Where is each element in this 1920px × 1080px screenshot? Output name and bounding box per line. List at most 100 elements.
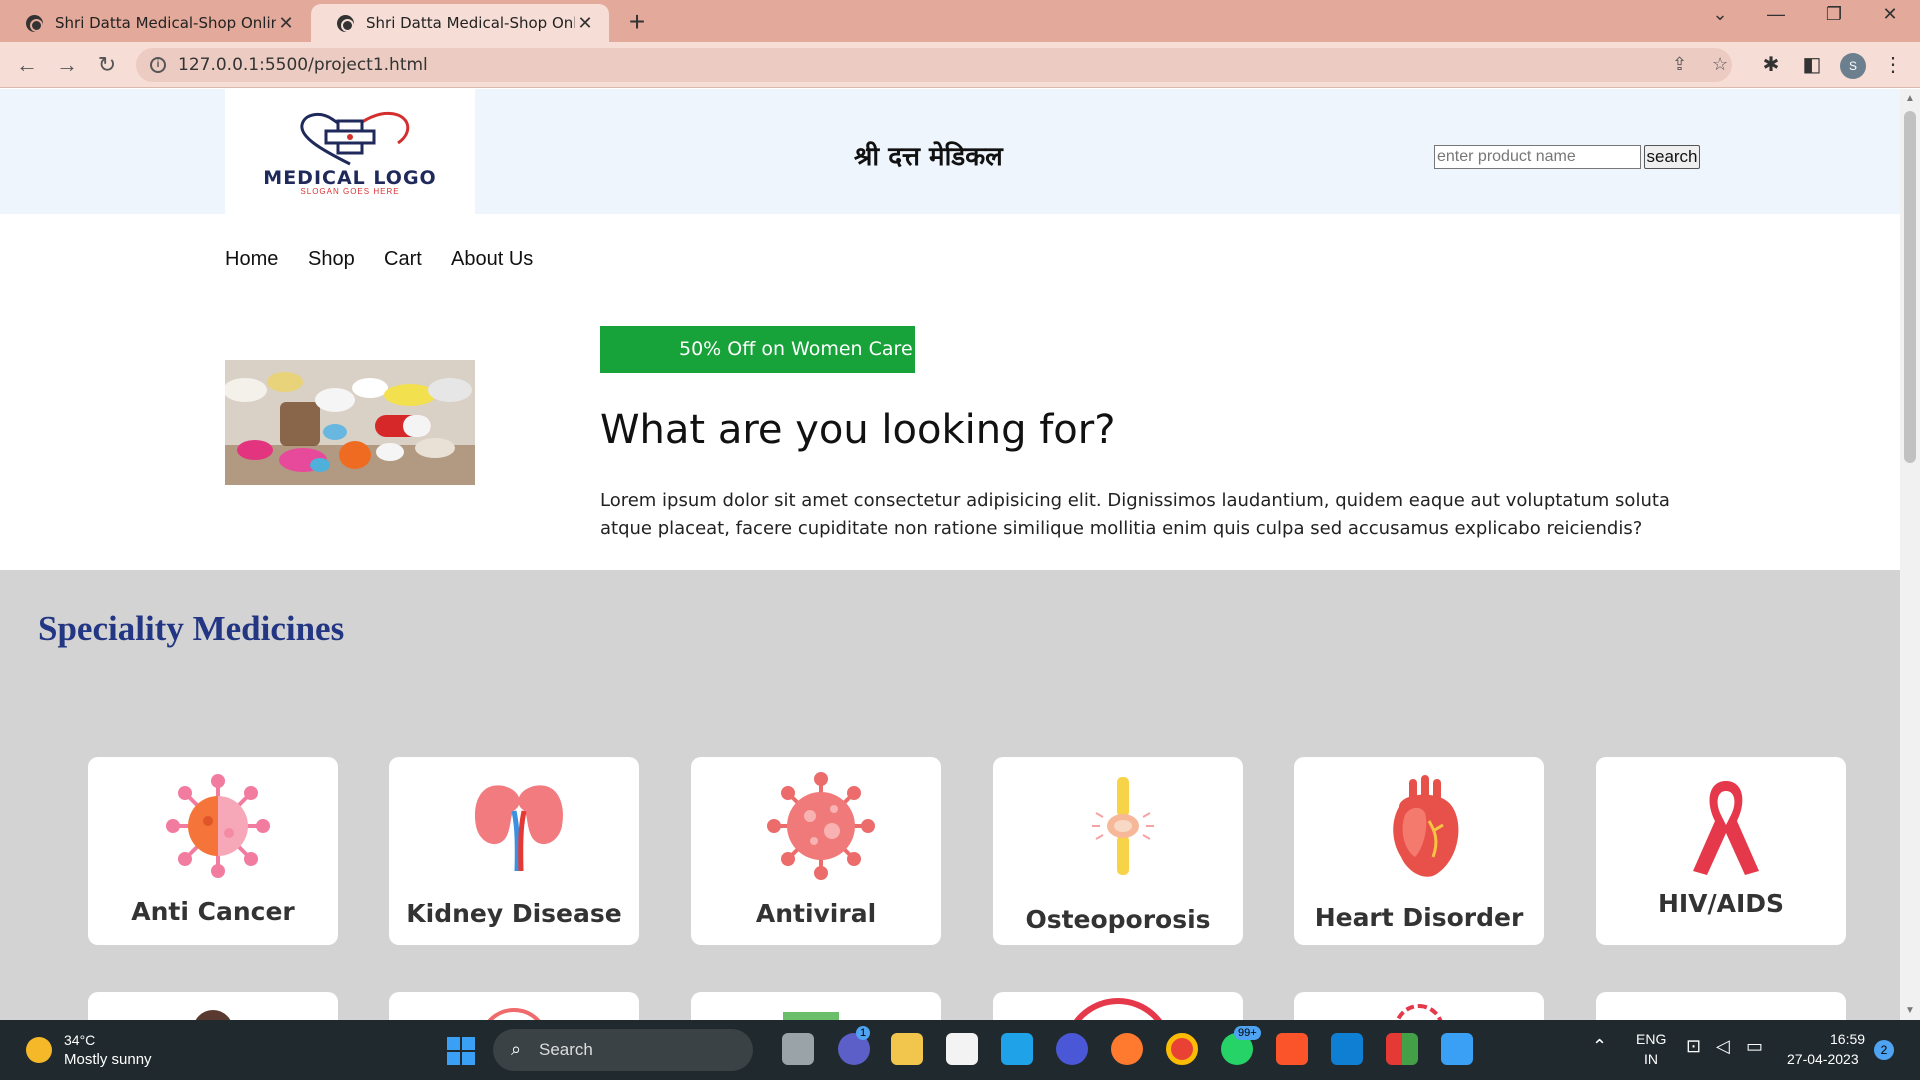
firefox-icon[interactable] [1111, 1033, 1143, 1065]
extensions-puzzle-icon[interactable]: ✱ [1758, 52, 1784, 77]
category-card-partial[interactable] [1294, 992, 1544, 1020]
l-app-icon[interactable] [1001, 1033, 1033, 1065]
clock-date[interactable]: 27-04-2023 [1787, 1051, 1859, 1067]
weather-sun-icon[interactable] [26, 1037, 52, 1063]
category-label: Kidney Disease [406, 899, 622, 928]
microsoft-store-icon[interactable] [946, 1033, 978, 1065]
tab-search-icon[interactable]: ⌄ [1700, 4, 1740, 25]
close-tab-icon[interactable]: ✕ [276, 13, 296, 34]
site-header: MEDICAL LOGO SLOGAN GOES HERE श्री दत्त … [0, 89, 1900, 214]
main-navigation: Home Shop Cart About Us [0, 214, 1900, 294]
url-text: 127.0.0.1:5500/project1.html [178, 55, 428, 75]
speciality-medicines-section: Speciality Medicines Anti Cancer Kidney … [0, 570, 1900, 1020]
reload-icon[interactable]: ↻ [92, 50, 122, 80]
weather-description[interactable]: Mostly sunny [64, 1051, 152, 1068]
language-bottom[interactable]: IN [1644, 1051, 1658, 1067]
profile-avatar[interactable]: S [1840, 53, 1866, 79]
close-window-button[interactable]: ✕ [1870, 4, 1910, 25]
minimize-button[interactable]: — [1756, 4, 1796, 25]
windows-start-icon[interactable] [447, 1037, 475, 1065]
kidney-icon [474, 785, 564, 872]
category-label: Anti Cancer [131, 897, 295, 926]
site-info-icon[interactable]: i [150, 57, 166, 73]
nav-link-shop[interactable]: Shop [308, 248, 355, 271]
browser-tab-2[interactable]: Shri Datta Medical-Shop Online ✕ [311, 4, 609, 42]
clock-time[interactable]: 16:59 [1830, 1031, 1865, 1047]
category-card-hiv-aids[interactable]: HIV/AIDS [1596, 757, 1846, 945]
share-icon[interactable]: ⇪ [1672, 54, 1687, 75]
category-card-osteoporosis[interactable]: Osteoporosis [993, 757, 1243, 945]
bookmark-star-icon[interactable]: ☆ [1712, 54, 1728, 75]
taskbar-search-box[interactable]: ⌕ Search [493, 1029, 753, 1071]
browser-tab-1[interactable]: Shri Datta Medical-Shop Online ✕ [0, 4, 310, 42]
hero-description: Lorem ipsum dolor sit amet consectetur a… [600, 490, 1670, 539]
tab-title: Shri Datta Medical-Shop Online [366, 14, 575, 32]
teams-badge: 1 [856, 1026, 871, 1040]
logo-wordmark: MEDICAL LOGO [263, 167, 437, 189]
address-bar[interactable]: i 127.0.0.1:5500/project1.html [136, 48, 1732, 82]
category-card-anti-cancer[interactable]: Anti Cancer [88, 757, 338, 945]
category-card-partial[interactable] [691, 992, 941, 1020]
vscode-icon[interactable] [1331, 1033, 1363, 1065]
search-button[interactable]: search [1644, 145, 1700, 169]
category-label: Heart Disorder [1314, 903, 1524, 932]
nav-link-cart[interactable]: Cart [384, 248, 422, 271]
back-arrow-icon[interactable]: ← [12, 50, 42, 80]
tray-overflow-chevron-icon[interactable]: ⌃ [1592, 1036, 1607, 1057]
partial-icon [193, 1010, 233, 1020]
category-card-heart-disorder[interactable]: Heart Disorder [1294, 757, 1544, 945]
browser-tab-strip: Shri Datta Medical-Shop Online ✕ Shri Da… [0, 0, 1920, 42]
new-tab-button[interactable]: + [622, 6, 652, 38]
page-scrollbar[interactable]: ▲ ▼ [1900, 89, 1920, 1020]
category-card-partial[interactable] [88, 992, 338, 1020]
network-icon[interactable]: ⊡ [1686, 1036, 1701, 1057]
logo-slogan: SLOGAN GOES HERE [300, 187, 400, 196]
category-label: Osteoporosis [1025, 905, 1211, 934]
weather-temperature[interactable]: 34°C [64, 1032, 95, 1048]
hero-title: What are you looking for? [600, 407, 1116, 453]
awareness-ribbon-icon [1693, 781, 1759, 875]
hero-section: 50% Off on Women Care I What are you loo… [0, 294, 1900, 570]
heart-organ-icon [1393, 775, 1459, 877]
notification-count[interactable]: 2 [1874, 1040, 1894, 1060]
shop-title: श्री दत्त मेडिकल [854, 142, 1003, 172]
notepad-icon[interactable] [1441, 1033, 1473, 1065]
category-card-partial[interactable] [993, 992, 1243, 1020]
menu-kebab-icon[interactable]: ⋮ [1880, 52, 1906, 77]
product-search-input[interactable] [1434, 145, 1641, 169]
category-card-kidney-disease[interactable]: Kidney Disease [389, 757, 639, 945]
partial-icon [479, 1008, 549, 1020]
partial-icon [1394, 1004, 1444, 1020]
file-explorer-icon[interactable] [891, 1033, 923, 1065]
volume-icon[interactable]: ◁ [1716, 1036, 1730, 1057]
chrome-icon[interactable] [1166, 1033, 1198, 1065]
category-card-antiviral[interactable]: Antiviral [691, 757, 941, 945]
offer-marquee: 50% Off on Women Care I [600, 326, 915, 373]
category-card-partial[interactable] [389, 992, 639, 1020]
restore-button[interactable]: ❐ [1814, 4, 1854, 25]
nav-link-home[interactable]: Home [225, 248, 278, 271]
office-app-icon[interactable] [1386, 1033, 1418, 1065]
partial-icon [783, 1012, 839, 1020]
arc-app-icon[interactable] [1056, 1033, 1088, 1065]
globe-icon [26, 14, 43, 32]
forward-arrow-icon[interactable]: → [52, 50, 82, 80]
nav-link-about-us[interactable]: About Us [451, 248, 533, 271]
tab-title: Shri Datta Medical-Shop Online [55, 14, 276, 32]
medicine-pills-image [225, 360, 475, 485]
browser-toolbar: ← → ↻ i 127.0.0.1:5500/project1.html ⇪ ☆… [0, 42, 1920, 88]
page-viewport: MEDICAL LOGO SLOGAN GOES HERE श्री दत्त … [0, 89, 1900, 1020]
site-logo[interactable]: MEDICAL LOGO SLOGAN GOES HERE [225, 89, 475, 214]
scrollbar-thumb[interactable] [1904, 111, 1916, 463]
section-title: Speciality Medicines [38, 609, 345, 648]
close-tab-icon[interactable]: ✕ [575, 13, 595, 34]
task-view-icon[interactable] [782, 1033, 814, 1065]
battery-icon[interactable]: ▭ [1746, 1036, 1763, 1057]
windows-taskbar: 34°C Mostly sunny ⌕ Search 1 99+ ⌃ ENG I… [0, 1020, 1920, 1080]
language-top[interactable]: ENG [1636, 1031, 1666, 1047]
brave-icon[interactable] [1276, 1033, 1308, 1065]
partial-icon [1063, 998, 1173, 1020]
category-card-partial[interactable] [1596, 992, 1846, 1020]
side-panel-icon[interactable]: ◧ [1799, 52, 1825, 77]
globe-icon [337, 14, 354, 32]
